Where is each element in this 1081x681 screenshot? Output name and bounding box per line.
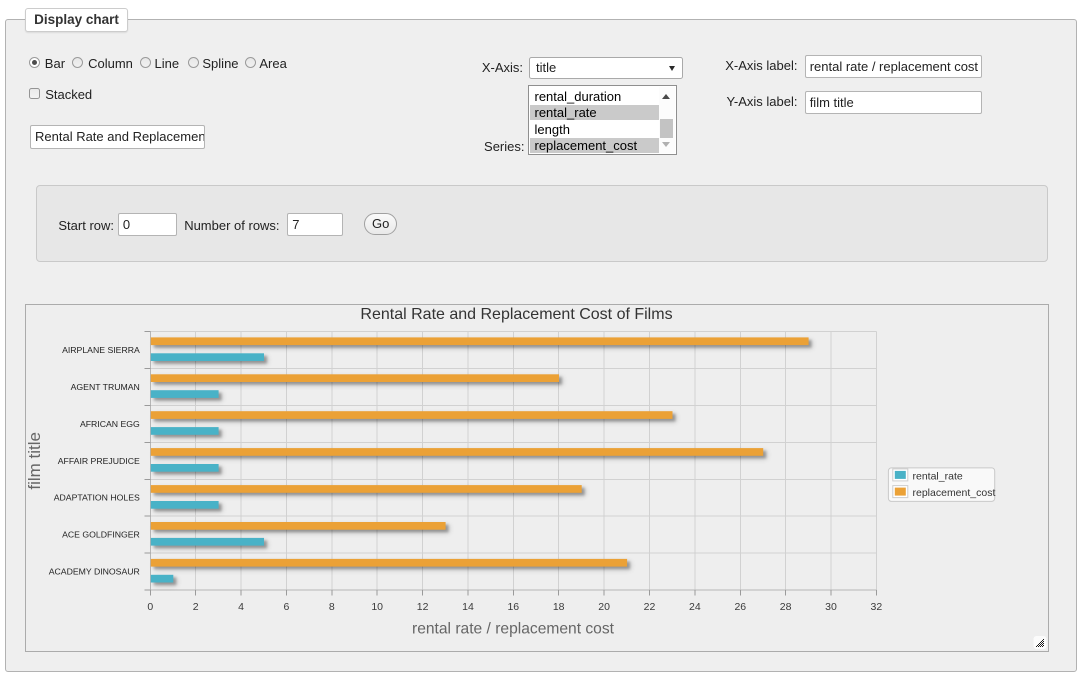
- svg-text:rental rate / replacement cost: rental rate / replacement cost: [412, 621, 615, 638]
- svg-text:8: 8: [329, 601, 335, 613]
- svg-text:16: 16: [507, 601, 519, 613]
- svg-text:ADAPTATION HOLES: ADAPTATION HOLES: [54, 493, 140, 503]
- svg-text:rental_rate: rental_rate: [913, 470, 963, 482]
- svg-text:AGENT TRUMAN: AGENT TRUMAN: [71, 382, 140, 392]
- svg-text:22: 22: [644, 601, 656, 613]
- svg-text:20: 20: [598, 601, 610, 613]
- svg-text:0: 0: [147, 601, 153, 613]
- svg-text:24: 24: [689, 601, 701, 613]
- svg-text:ACE GOLDFINGER: ACE GOLDFINGER: [62, 530, 140, 540]
- svg-text:6: 6: [283, 601, 289, 613]
- svg-text:film title: film title: [25, 432, 44, 490]
- svg-text:replacement_cost: replacement_cost: [913, 487, 996, 499]
- svg-text:AFRICAN EGG: AFRICAN EGG: [80, 419, 140, 429]
- svg-text:ACADEMY DINOSAUR: ACADEMY DINOSAUR: [49, 567, 140, 577]
- svg-text:Rental Rate and Replacement Co: Rental Rate and Replacement Cost of Film…: [360, 306, 672, 323]
- svg-text:4: 4: [238, 601, 244, 613]
- svg-text:AFFAIR PREJUDICE: AFFAIR PREJUDICE: [58, 456, 140, 466]
- svg-text:14: 14: [462, 601, 474, 613]
- svg-text:26: 26: [734, 601, 746, 613]
- svg-text:30: 30: [825, 601, 837, 613]
- svg-text:AIRPLANE SIERRA: AIRPLANE SIERRA: [62, 345, 140, 355]
- svg-text:32: 32: [871, 601, 883, 613]
- svg-text:28: 28: [780, 601, 792, 613]
- svg-text:2: 2: [193, 601, 199, 613]
- svg-text:12: 12: [417, 601, 429, 613]
- svg-text:18: 18: [553, 601, 565, 613]
- svg-text:10: 10: [371, 601, 383, 613]
